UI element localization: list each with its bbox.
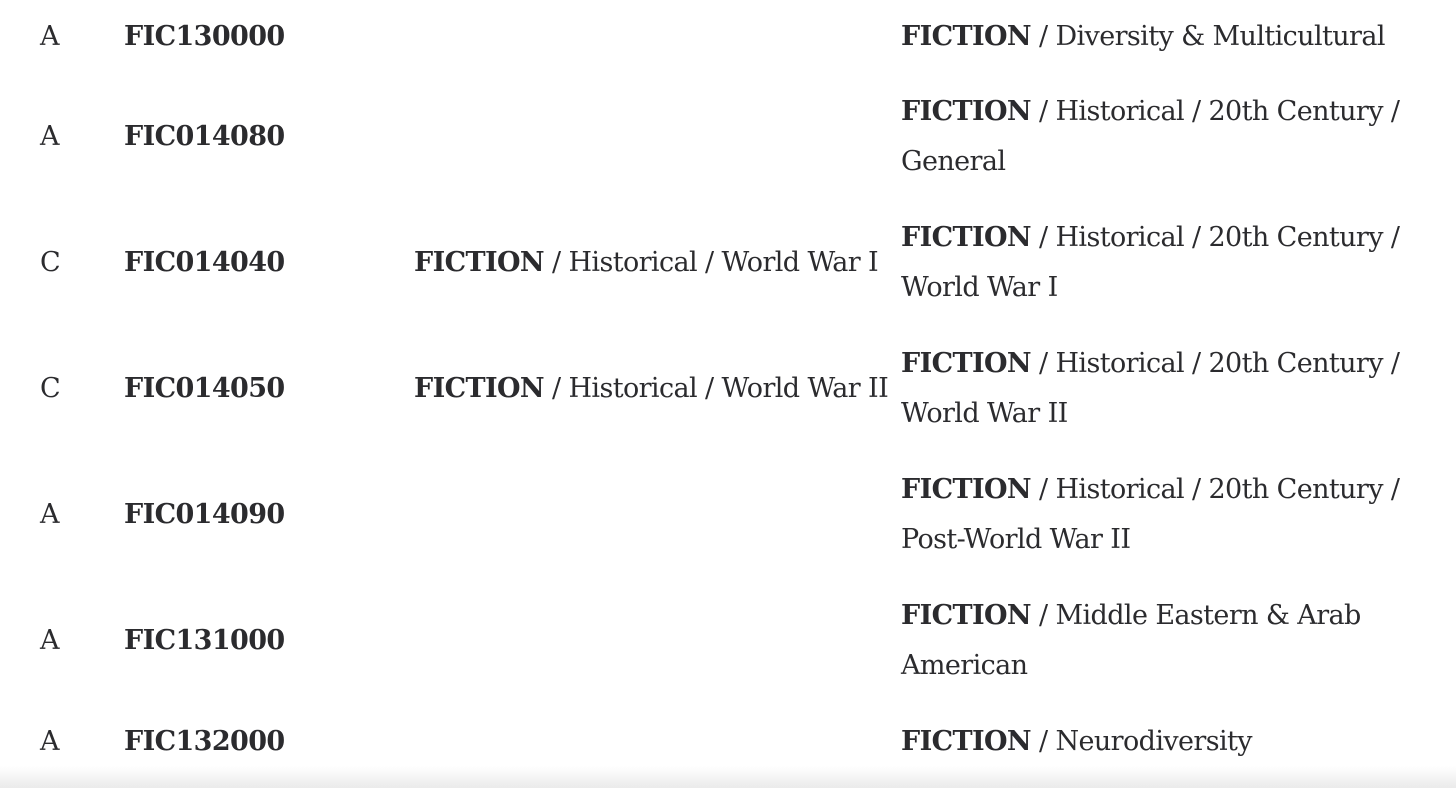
status-code: C [40, 247, 61, 278]
heading-rest: / Historical / World War I [544, 247, 879, 278]
heading-lead: FICTION [901, 222, 1032, 253]
table-row: C FIC014050 FICTION / Historical / World… [0, 339, 1456, 439]
heading-rest: / Diversity & Multicultural [1031, 21, 1385, 52]
table-row: A FIC132000 FICTION / Neurodiversity [0, 717, 1456, 767]
heading-lead: FICTION [901, 474, 1032, 505]
heading-lead: FICTION [901, 726, 1032, 757]
previous-heading: FICTION / Historical / World War I [414, 238, 879, 288]
status-code: C [40, 373, 61, 404]
current-heading: FICTION / Historical / 20th Century / Ge… [901, 87, 1401, 187]
subject-code: FIC130000 [124, 21, 285, 52]
status-code: A [40, 121, 60, 152]
current-heading: FICTION / Diversity & Multicultural [901, 12, 1401, 62]
subject-code: FIC014050 [124, 373, 285, 404]
table-row: C FIC014040 FICTION / Historical / World… [0, 213, 1456, 313]
table-row: A FIC131000 FICTION / Middle Eastern & A… [0, 591, 1456, 691]
current-heading: FICTION / Historical / 20th Century / Wo… [901, 339, 1401, 439]
heading-lead: FICTION [901, 96, 1032, 127]
bottom-scroll-shadow [0, 766, 1456, 788]
current-heading: FICTION / Middle Eastern & Arab American [901, 591, 1401, 691]
heading-rest: / Neurodiversity [1031, 726, 1253, 757]
previous-heading: FICTION / Historical / World War II [414, 364, 889, 414]
subject-code: FIC131000 [124, 625, 285, 656]
subject-code: FIC132000 [124, 726, 285, 757]
heading-lead: FICTION [414, 247, 545, 278]
status-code: A [40, 499, 60, 530]
subject-code: FIC014090 [124, 499, 285, 530]
status-code: A [40, 21, 60, 52]
heading-lead: FICTION [901, 600, 1032, 631]
table-row: A FIC014090 FICTION / Historical / 20th … [0, 465, 1456, 565]
heading-lead: FICTION [901, 348, 1032, 379]
current-heading: FICTION / Historical / 20th Century / Wo… [901, 213, 1401, 313]
table-row: A FIC014080 FICTION / Historical / 20th … [0, 87, 1456, 187]
current-heading: FICTION / Neurodiversity [901, 717, 1401, 767]
subject-code: FIC014040 [124, 247, 285, 278]
heading-lead: FICTION [901, 21, 1032, 52]
table-row: A FIC130000 FICTION / Diversity & Multic… [0, 12, 1456, 62]
current-heading: FICTION / Historical / 20th Century / Po… [901, 465, 1401, 565]
heading-lead: FICTION [414, 373, 545, 404]
subject-code: FIC014080 [124, 121, 285, 152]
status-code: A [40, 625, 60, 656]
status-code: A [40, 726, 60, 757]
heading-rest: / Historical / World War II [544, 373, 889, 404]
